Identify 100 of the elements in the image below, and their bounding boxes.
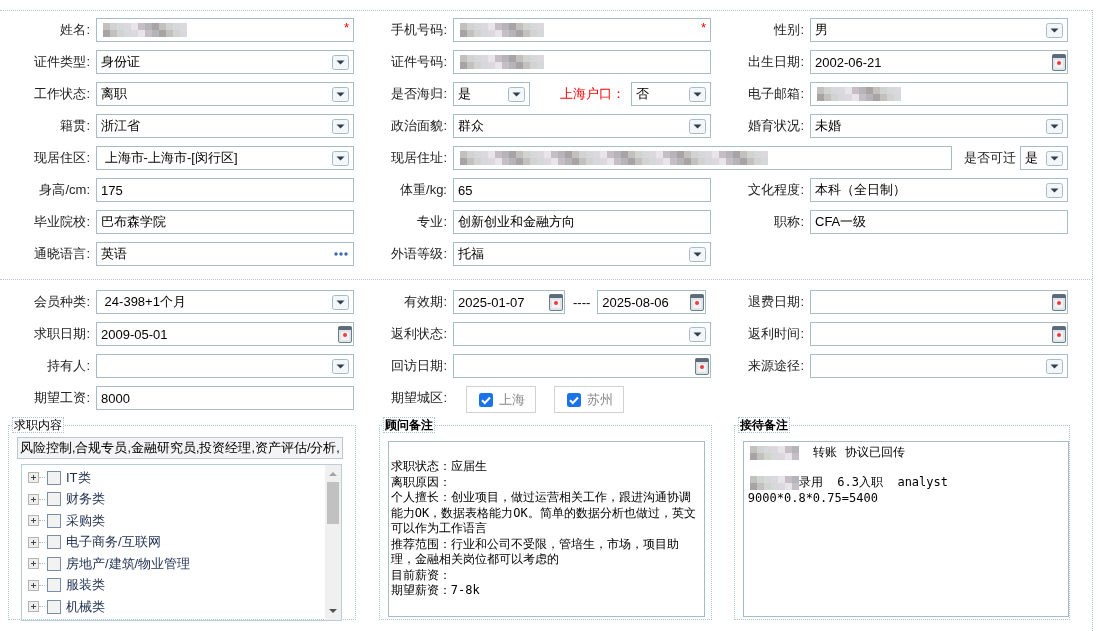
checkbox-icon[interactable] [567,392,581,407]
date-field[interactable] [453,354,711,378]
city-option[interactable]: 苏州 [554,386,624,413]
select-field[interactable]: 上海市-上海市-[闵行区] [96,146,354,170]
field-label: 返利时间: [747,325,805,343]
checkbox-icon[interactable] [47,470,61,485]
select-field[interactable] [96,354,354,378]
select-field[interactable]: 否 [631,82,711,106]
dropdown-icon[interactable] [1046,182,1063,198]
calendar-icon[interactable] [690,293,705,311]
select-field[interactable]: 群众 [453,114,711,138]
calendar-icon[interactable] [549,293,563,311]
city-option[interactable]: 上海 [466,386,536,413]
expand-icon[interactable] [28,558,39,570]
dropdown-icon[interactable] [332,358,349,374]
notes-field[interactable]: 求职状态：应届生 离职原因： 个人擅长：创业项目，做过运营相关工作，跟进沟通协调能力OK，数据表格能力OK。简单的数据分析也做过，英文可以作为工作语言 推荐范围：行业和公司不受限，管培生，市场，项目助理，金融相关岗位都可以考虑的 目前薪资： 期望薪资：7-8k [387,441,705,617]
checkbox-icon[interactable] [47,578,61,593]
panel-title: 顾问备注 [382,417,435,433]
select-field[interactable] [810,354,1068,378]
text-field[interactable]: 65 [453,178,711,202]
dropdown-icon[interactable] [689,246,706,262]
note-text: 目前薪资： [390,567,452,583]
select-field[interactable]: 身份证 [96,50,354,74]
field-label: 退费日期: [747,293,805,311]
date-field[interactable]: 2025-01-07 [453,290,565,314]
checkbox-icon[interactable] [47,513,61,528]
checkbox-icon[interactable] [47,492,61,507]
text-field[interactable]: 创新创业和金融方向 [453,210,711,234]
date-field[interactable]: 2009-05-01 [96,322,354,346]
notes-field[interactable]: 转账 协议已回传 录用 6.3入职 analyst 9000*0.8*0.75=5400 [742,441,1069,617]
dropdown-icon[interactable] [689,86,706,102]
field-label: 籍贯: [59,117,91,135]
dropdown-icon[interactable] [332,118,349,134]
dropdown-icon[interactable] [1046,358,1063,374]
field-label: 身高/cm: [38,181,91,199]
select-field[interactable]: 离职 [96,82,354,106]
expand-icon[interactable] [28,579,39,591]
tree-item[interactable]: 服装类 [66,576,105,595]
calendar-icon[interactable] [695,357,709,375]
text-field[interactable] [453,146,952,170]
calendar-icon[interactable] [1052,293,1066,311]
expand-icon[interactable] [28,493,39,505]
expand-icon[interactable] [28,601,39,613]
tree-item[interactable]: IT类 [66,468,91,487]
select-field[interactable]: 24-398+1个月 [96,290,354,314]
tree-item[interactable]: 财务类 [66,490,105,509]
date-field[interactable] [810,322,1068,346]
dropdown-icon[interactable] [332,86,349,102]
text-field[interactable]: 8000 [96,386,354,410]
dropdown-icon[interactable] [689,118,706,134]
tree-item[interactable]: 采购类 [66,511,105,530]
field-label: 文化程度: [747,181,805,199]
dropdown-icon[interactable] [1046,118,1063,134]
tree-item[interactable]: 电子商务/互联网 [66,533,161,552]
dropdown-icon[interactable] [1046,22,1063,38]
calendar-icon[interactable] [338,325,352,343]
ellipsis-icon[interactable] [333,251,349,257]
checkbox-icon[interactable] [479,392,493,407]
date-field[interactable]: 2002-06-21 [810,50,1068,74]
expand-icon[interactable] [28,536,39,548]
select-field[interactable]: 本科（全日制） [810,178,1068,202]
tree-item[interactable]: 房地产/建筑/物业管理 [66,554,191,573]
expand-icon[interactable] [28,515,39,527]
calendar-icon[interactable] [1052,53,1066,71]
text-field[interactable] [810,82,1068,106]
dropdown-icon[interactable] [332,54,349,70]
expand-icon[interactable] [28,472,39,484]
select-field[interactable]: 托福 [453,242,711,266]
text-field[interactable]: CFA一级 [810,210,1068,234]
scrollbar[interactable] [324,465,341,620]
select-field[interactable]: 是 [1020,146,1068,170]
date-field[interactable]: 2025-08-06 [597,290,707,314]
lookup-field[interactable]: 英语 [96,242,354,266]
field-label: 回访日期: [390,357,448,375]
select-field[interactable]: 未婚 [810,114,1068,138]
dropdown-icon[interactable] [332,294,349,310]
checkbox-icon[interactable] [47,556,61,571]
dropdown-icon[interactable] [689,326,706,342]
dropdown-icon[interactable] [332,150,349,166]
text-field[interactable]: 175 [96,178,354,202]
text-field[interactable]: 巴布森学院 [96,210,354,234]
dropdown-icon[interactable] [508,86,525,102]
field-label: 现居住址: [390,149,448,167]
text-field[interactable]: * [96,18,354,42]
checkbox-icon[interactable] [47,599,61,614]
required-mark: * [343,20,349,35]
tree-item[interactable]: 机械类 [66,597,105,616]
text-field[interactable] [453,50,711,74]
calendar-icon[interactable] [1052,325,1066,343]
select-field[interactable]: 是 [453,82,530,106]
select-field[interactable]: 男 [810,18,1068,42]
field-label: 来源途径: [747,357,805,375]
field-label: 姓名: [59,21,91,39]
dropdown-icon[interactable] [1046,150,1063,166]
summary-field[interactable]: 风险控制,合规专员,金融研究员,投资经理,资产评估/分析, [17,437,343,459]
select-field[interactable] [453,322,711,346]
checkbox-icon[interactable] [47,535,61,550]
text-field[interactable]: * [453,18,711,42]
select-field[interactable]: 浙江省 [96,114,354,138]
date-field[interactable] [810,290,1068,314]
